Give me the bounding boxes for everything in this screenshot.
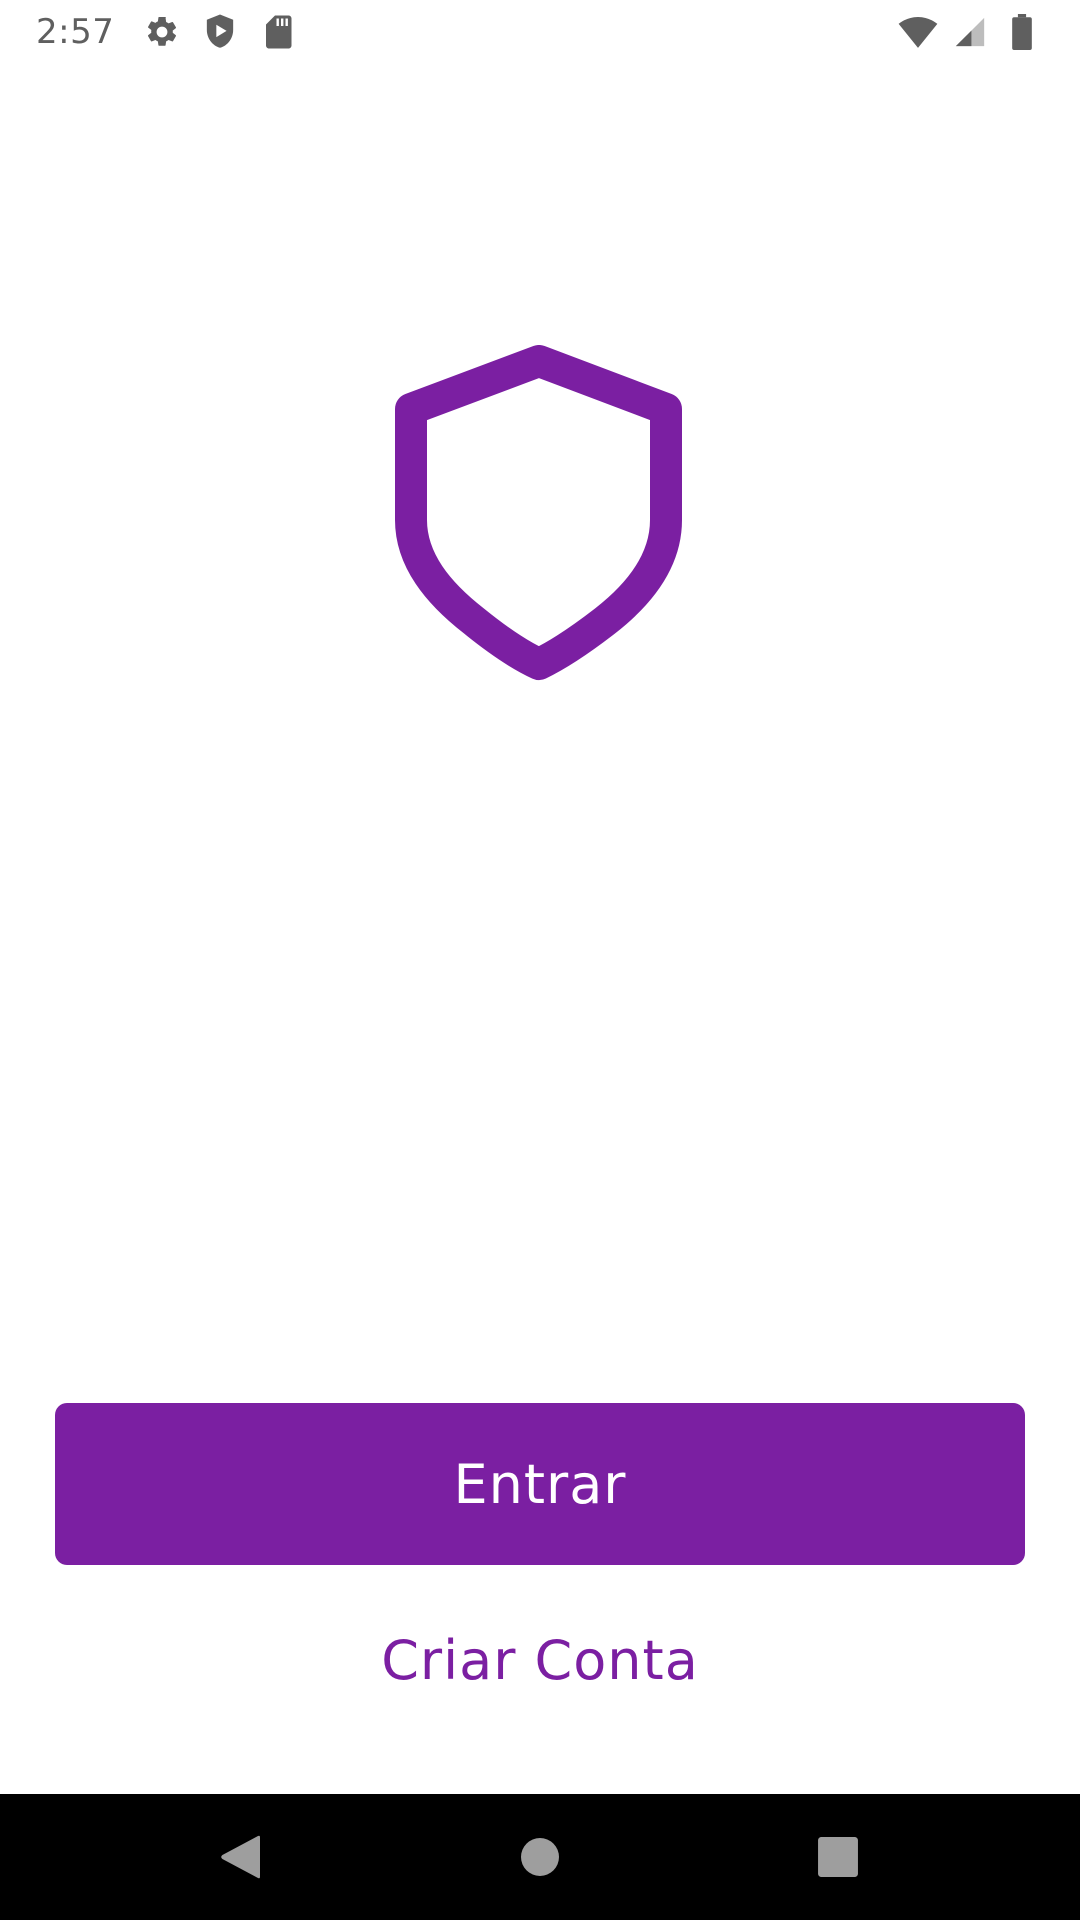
shield-play-icon bbox=[200, 12, 240, 52]
create-account-label: Criar Conta bbox=[381, 1628, 699, 1692]
gear-icon bbox=[142, 12, 182, 52]
login-button-label: Entrar bbox=[453, 1452, 627, 1516]
app-logo bbox=[395, 345, 685, 700]
status-right bbox=[892, 12, 1048, 52]
sd-card-icon bbox=[258, 12, 298, 52]
shield-icon bbox=[395, 345, 682, 680]
app-screen: 2:57 Entrar Criar Conta bbox=[0, 0, 1080, 1920]
status-time: 2:57 bbox=[36, 11, 115, 52]
battery-icon bbox=[1002, 12, 1042, 52]
recents-icon[interactable] bbox=[803, 1822, 873, 1892]
cell-signal-icon bbox=[950, 12, 990, 52]
status-bar: 2:57 bbox=[0, 0, 1080, 63]
back-icon[interactable] bbox=[205, 1822, 275, 1892]
home-icon[interactable] bbox=[505, 1822, 575, 1892]
create-account-button[interactable]: Criar Conta bbox=[300, 1620, 780, 1700]
wifi-icon bbox=[898, 12, 938, 52]
navigation-bar bbox=[0, 1794, 1080, 1920]
login-button[interactable]: Entrar bbox=[55, 1403, 1025, 1565]
status-left: 2:57 bbox=[36, 12, 316, 52]
